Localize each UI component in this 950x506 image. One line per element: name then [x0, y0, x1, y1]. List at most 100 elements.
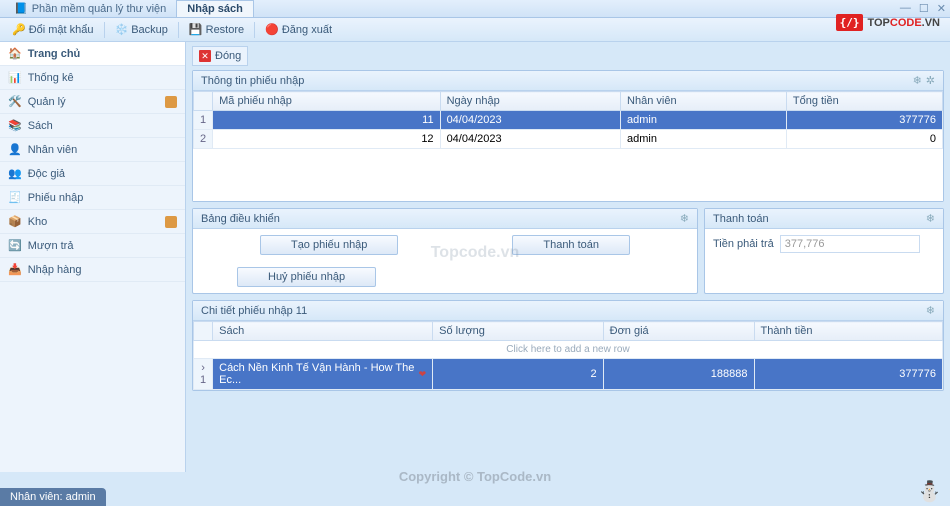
control-panel: Bảng điều khiển ❄ Tạo phiếu nhập Thanh to…	[192, 208, 698, 294]
home-icon: 🏠	[8, 47, 22, 60]
label: Phiếu nhập	[28, 192, 84, 204]
warehouse-icon: 📦	[8, 215, 22, 228]
sidebar-item-staff[interactable]: 👤 Nhân viên	[0, 138, 185, 162]
cell-staff: admin	[621, 111, 787, 130]
app-title: Phần mềm quản lý thư viện	[32, 3, 167, 15]
collapse-icon[interactable]: ❄	[926, 304, 935, 317]
sidebar-item-books[interactable]: 📚 Sách	[0, 114, 185, 138]
gear-icon[interactable]: ✲	[926, 74, 935, 87]
staff-icon: 👤	[8, 143, 22, 156]
badge-icon	[165, 96, 177, 108]
stats-icon: 📊	[8, 71, 22, 84]
cancel-receipt-button[interactable]: Huỷ phiếu nhập	[237, 267, 376, 287]
label: Sách	[28, 120, 53, 132]
logout-button[interactable]: 🔴 Đăng xuất	[259, 21, 338, 38]
tab-main[interactable]: 📘 Phần mềm quản lý thư viện	[4, 0, 176, 17]
separator	[178, 22, 179, 38]
sidebar-item-home[interactable]: 🏠Trang chủ	[0, 42, 185, 66]
sidebar: 🏠Trang chủ 📊Thống kê 🛠️ Quản lý 📚 Sách 👤 Nh…	[0, 42, 186, 472]
change-password-button[interactable]: 🔑 Đổi mật khẩu	[6, 21, 100, 38]
tab-label: Nhập sách	[187, 3, 243, 15]
panel-title: Thông tin phiếu nhập	[201, 75, 304, 87]
col-book[interactable]: Sách	[213, 322, 433, 341]
book-icon: 📚	[8, 119, 22, 132]
manage-icon: 🛠️	[8, 95, 22, 108]
collapse-icon[interactable]: ❄	[680, 212, 689, 225]
import-icon: 📥	[8, 263, 22, 276]
dropdown-icon[interactable]: ❤	[419, 369, 427, 380]
sidebar-item-stats[interactable]: 📊Thống kê	[0, 66, 185, 90]
content-area: ✕ Đóng Thông tin phiếu nhập ❄ ✲ Mã phiếu …	[186, 42, 950, 472]
cell-qty[interactable]: 2	[433, 359, 604, 390]
table-row[interactable]: 1 11 04/04/2023 admin 377776	[194, 111, 943, 130]
table-row[interactable]: 2 12 04/04/2023 admin 0	[194, 130, 943, 149]
col-qty[interactable]: Số lượng	[433, 322, 604, 341]
sidebar-item-manage[interactable]: 🛠️ Quản lý	[0, 90, 185, 114]
cell-id: 11	[213, 111, 440, 130]
amount-due-field	[780, 235, 920, 253]
cell-amount: 377776	[754, 359, 943, 390]
receipt-grid[interactable]: Mã phiếu nhập Ngày nhập Nhân viên Tổng t…	[193, 91, 943, 201]
col-price[interactable]: Đơn giá	[603, 322, 754, 341]
cell-book[interactable]: Cách Nền Kinh Tế Vận Hành - How The Ec..…	[213, 359, 433, 390]
separator	[104, 22, 105, 38]
collapse-icon[interactable]: ❄	[926, 212, 935, 225]
toolbar: 🔑 Đổi mật khẩu ❄️ Backup 💾 Restore 🔴 Đăn…	[0, 18, 950, 42]
cell-price[interactable]: 188888	[603, 359, 754, 390]
label: Quản lý	[28, 96, 66, 108]
tab-nhap-sach[interactable]: Nhập sách	[176, 0, 254, 17]
label: Nhập hàng	[28, 264, 82, 276]
table-header-row: Sách Số lượng Đơn giá Thành tiền	[194, 322, 943, 341]
borrow-icon: 🔄	[8, 239, 22, 252]
receipt-icon: 🧾	[8, 191, 22, 204]
snowman-icon: ⛄	[917, 479, 942, 504]
label: Độc giả	[28, 168, 65, 180]
titlebar: 📘 Phần mềm quản lý thư viện Nhập sách — …	[0, 0, 950, 18]
restore-button[interactable]: 💾 Restore	[183, 21, 250, 38]
sidebar-item-import[interactable]: 📥 Nhập hàng	[0, 258, 185, 282]
collapse-icon[interactable]: ❄	[913, 74, 922, 87]
cell-staff: admin	[621, 130, 787, 149]
col-staff[interactable]: Nhân viên	[621, 92, 787, 111]
create-receipt-button[interactable]: Tạo phiếu nhập	[260, 235, 398, 255]
app-icon: 📘	[14, 2, 28, 15]
key-icon: 🔑	[12, 23, 26, 36]
cell-date: 04/04/2023	[440, 111, 620, 130]
detail-grid[interactable]: Sách Số lượng Đơn giá Thành tiền Click h…	[193, 321, 943, 390]
badge-icon	[165, 216, 177, 228]
panel-header: Thông tin phiếu nhập ❄ ✲	[193, 71, 943, 91]
row-indicator: › 1	[194, 359, 213, 390]
separator	[254, 22, 255, 38]
sidebar-item-readers[interactable]: 👥Độc giả	[0, 162, 185, 186]
label: Đóng	[215, 50, 241, 62]
col-total[interactable]: Tổng tiền	[786, 92, 942, 111]
backup-icon: ❄️	[115, 23, 129, 36]
logout-icon: 🔴	[265, 23, 279, 36]
col-id[interactable]: Mã phiếu nhập	[213, 92, 440, 111]
sidebar-item-warehouse[interactable]: 📦Kho	[0, 210, 185, 234]
panel-title: Bảng điều khiển	[201, 213, 280, 225]
logo: {/} TOPCODE.VN	[836, 14, 940, 31]
restore-icon: 💾	[189, 23, 203, 36]
sidebar-item-receipts[interactable]: 🧾 Phiếu nhập	[0, 186, 185, 210]
pay-button[interactable]: Thanh toán	[512, 235, 630, 255]
cell-date: 04/04/2023	[440, 130, 620, 149]
panel-title: Thanh toán	[713, 213, 769, 225]
copyright: Copyright © TopCode.vn	[0, 469, 950, 484]
row-indicator: 2	[194, 130, 213, 149]
table-row[interactable]: › 1 Cách Nền Kinh Tế Vận Hành - How The …	[194, 359, 943, 390]
row-indicator: 1	[194, 111, 213, 130]
new-row-hint[interactable]: Click here to add a new row	[194, 341, 943, 359]
label: Nhân viên	[28, 144, 78, 156]
col-date[interactable]: Ngày nhập	[440, 92, 620, 111]
panel-title: Chi tiết phiếu nhập 11	[201, 305, 307, 317]
col-amount[interactable]: Thành tiền	[754, 322, 943, 341]
payment-panel: Thanh toán ❄ Tiền phải trả	[704, 208, 944, 294]
detail-panel: Chi tiết phiếu nhập 11 ❄ Sách Số lượng Đơ…	[192, 300, 944, 391]
backup-button[interactable]: ❄️ Backup	[109, 21, 174, 38]
table-header-row: Mã phiếu nhập Ngày nhập Nhân viên Tổng t…	[194, 92, 943, 111]
sidebar-item-borrow[interactable]: 🔄Mượn trả	[0, 234, 185, 258]
cell-total: 0	[786, 130, 942, 149]
close-tab-button[interactable]: ✕ Đóng	[192, 46, 248, 66]
amount-due-label: Tiền phải trả	[713, 238, 774, 250]
